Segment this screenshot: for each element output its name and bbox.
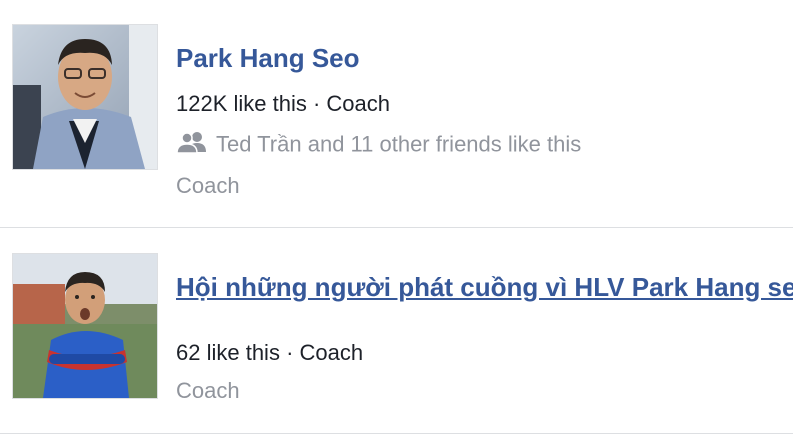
page-meta: 122K like this · Coach	[176, 90, 390, 118]
profile-photo[interactable]	[12, 253, 158, 399]
profile-photo-image	[13, 254, 157, 398]
result-item: Park Hang Seo 122K like this · Coach Ted…	[0, 0, 793, 228]
like-count: 122K like this	[176, 91, 307, 116]
page-type: Coach	[299, 340, 364, 365]
profile-photo-image	[13, 25, 157, 169]
friends-like-line: Ted Trần and 11 other friends like this	[176, 130, 581, 161]
meta-separator: ·	[306, 91, 327, 116]
page-meta: 62 like this · Coach	[176, 339, 363, 367]
page-category: Coach	[176, 173, 240, 198]
friends-icon	[176, 130, 208, 161]
page-type: Coach	[326, 91, 391, 116]
like-count: 62 like this	[176, 340, 280, 365]
page-name-link[interactable]: Hội những người phát cuồng vì HLV Park H…	[176, 271, 793, 304]
search-results: Park Hang Seo 122K like this · Coach Ted…	[0, 0, 793, 445]
friends-like-text: Ted Trần and 11 other friends like this	[216, 131, 582, 157]
result-divider	[0, 433, 793, 434]
result-divider	[0, 227, 793, 228]
page-name-link[interactable]: Park Hang Seo	[176, 42, 360, 74]
meta-separator: ·	[279, 340, 300, 365]
result-item: Hội những người phát cuồng vì HLV Park H…	[0, 229, 793, 433]
profile-photo[interactable]	[12, 24, 158, 170]
page-category: Coach	[176, 378, 240, 403]
